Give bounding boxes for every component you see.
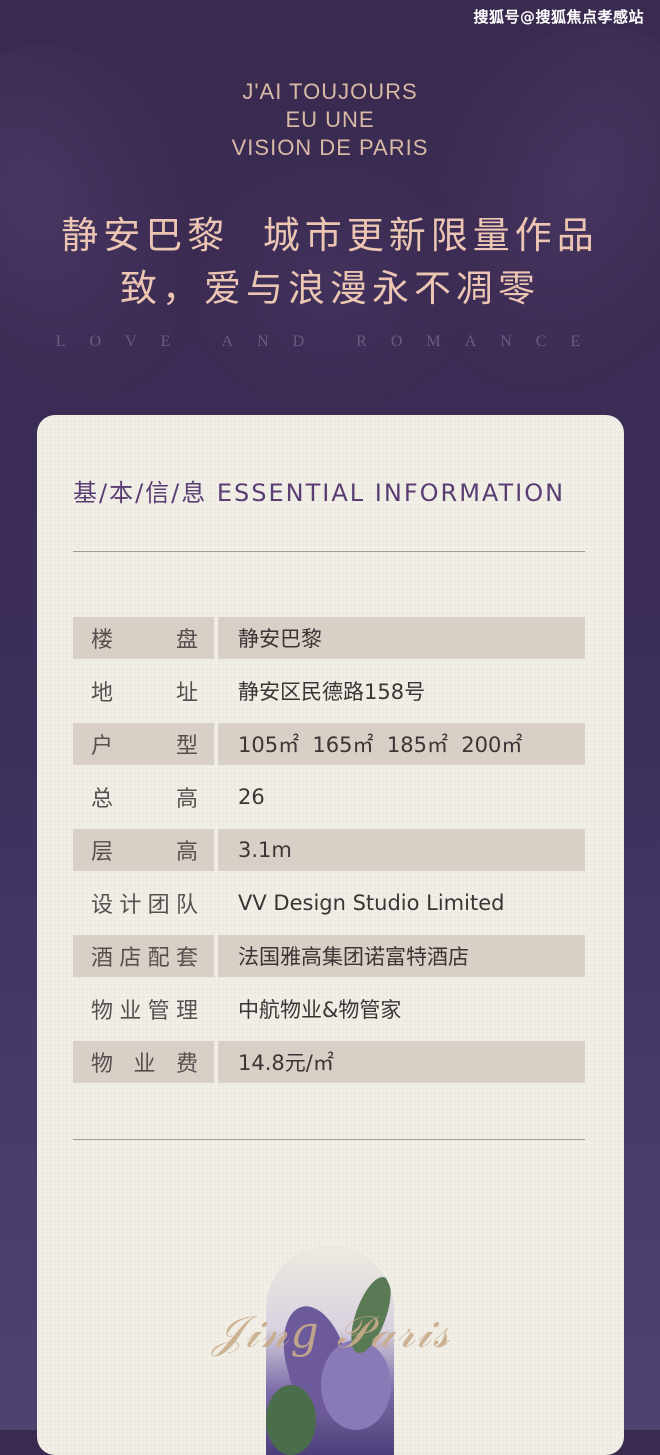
info-row-label: 层高	[73, 828, 214, 871]
source-watermark: 搜狐号@搜狐焦点孝感站	[473, 8, 644, 26]
info-row-label-char: 盘	[175, 627, 198, 653]
info-row-label-char: 楼	[91, 627, 114, 653]
info-row: 物业费 14.8元/㎡	[73, 1035, 585, 1088]
header-en-line1: J'AI TOUJOURS	[242, 79, 418, 104]
info-row-label-char: 计	[119, 892, 142, 918]
info-row-label-char: 配	[147, 945, 170, 971]
header-en-line2: EU UNE	[285, 107, 375, 132]
info-row-label-char: 物	[91, 998, 114, 1024]
info-row-label-char: 址	[175, 680, 198, 706]
info-row-label-char: 业	[119, 998, 142, 1024]
header-en-line3: VISION DE PARIS	[231, 135, 429, 160]
info-row-label-char: 酒	[91, 945, 114, 971]
info-row: 物业管理中航物业&物管家	[73, 982, 585, 1035]
info-row-label-char: 店	[119, 945, 142, 971]
info-row-label: 物业费	[73, 1040, 214, 1083]
info-row-label-char: 户	[91, 733, 114, 759]
info-card: 基/本/信/息 ESSENTIAL INFORMATION 楼盘静安巴黎地址静安…	[37, 415, 624, 1455]
info-row: 地址静安区民德路158号	[73, 664, 585, 717]
info-row: 酒店配套法国雅高集团诺富特酒店	[73, 929, 585, 982]
divider	[73, 1139, 585, 1140]
info-row-value: 静安巴黎	[218, 616, 585, 659]
info-row-value: 法国雅高集团诺富特酒店	[218, 934, 585, 977]
info-row-label-char: 业	[133, 1051, 156, 1077]
divider	[73, 551, 585, 552]
info-row: 总高 26	[73, 770, 585, 823]
info-row-label: 物业管理	[73, 988, 214, 1030]
info-row-value: 105㎡ 165㎡ 185㎡ 200㎡	[218, 722, 585, 765]
info-row-label-char: 团	[147, 892, 170, 918]
info-row-value: VV Design Studio Limited	[238, 890, 505, 915]
section-title: 基/本/信/息 ESSENTIAL INFORMATION	[73, 479, 566, 507]
info-row-value: 26	[238, 784, 265, 809]
info-row-label: 酒店配套	[73, 934, 214, 977]
info-row-value: 静安区民德路158号	[238, 679, 426, 704]
info-row-label: 设计团队	[73, 882, 214, 924]
info-row-label-char: 层	[91, 839, 114, 865]
info-row-label-char: 费	[175, 1051, 198, 1077]
info-row-label-char: 设	[91, 892, 114, 918]
info-row-label-char: 理	[175, 998, 198, 1024]
info-table: 楼盘静安巴黎地址静安区民德路158号户型 105㎡ 165㎡ 185㎡ 200㎡总…	[73, 611, 585, 1088]
info-row-label: 楼盘	[73, 616, 214, 659]
info-row-value: 中航物业&物管家	[238, 997, 402, 1022]
info-row-label-char: 物	[91, 1051, 114, 1077]
info-row: 楼盘静安巴黎	[73, 611, 585, 664]
info-row-label-char: 管	[147, 998, 170, 1024]
info-row-label-char: 地	[91, 680, 114, 706]
info-row: 户型 105㎡ 165㎡ 185㎡ 200㎡	[73, 717, 585, 770]
header-english: J'AI TOUJOURS EU UNE VISION DE PARIS	[0, 78, 660, 162]
info-row-label: 地址	[73, 670, 214, 712]
info-row-label-char: 总	[91, 786, 114, 812]
tagline: LOVE AND ROMANCE	[55, 333, 605, 350]
header-cn-subtitle: 致，爱与浪漫永不凋零	[120, 267, 540, 310]
info-row-value: 3.1m	[218, 828, 585, 871]
info-row-label-char: 队	[175, 892, 198, 918]
info-row-label-char: 套	[175, 945, 198, 971]
info-row-label-char: 型	[175, 733, 198, 759]
info-row: 层高 3.1m	[73, 823, 585, 876]
info-row-label-char: 高	[175, 839, 198, 865]
script-logo: 𝒥𝒾𝓃𝑔 𝒫𝒶𝓇𝒾𝓈	[212, 1307, 452, 1358]
header-cn-title: 静安巴黎 城市更新限量作品	[61, 214, 599, 257]
info-row-label-char: 高	[175, 786, 198, 812]
info-row-label: 总高	[73, 776, 214, 818]
info-row-value: 14.8元/㎡	[218, 1040, 585, 1083]
info-row: 设计团队 VV Design Studio Limited	[73, 876, 585, 929]
info-row-label: 户型	[73, 722, 214, 765]
